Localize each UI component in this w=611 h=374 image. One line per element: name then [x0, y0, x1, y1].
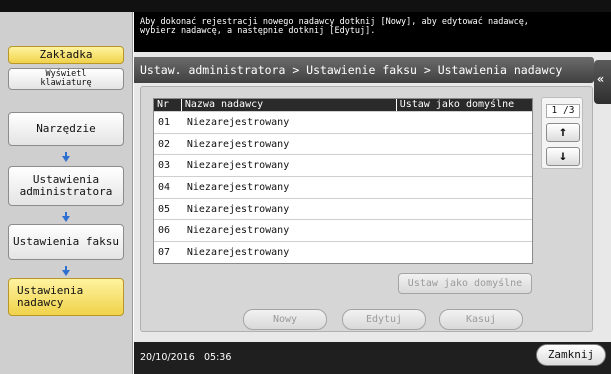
close-button[interactable]: Zamknij [536, 344, 606, 366]
keyboard-button[interactable]: Wyświetl klawiaturę [8, 68, 124, 90]
row-nr: 03 [158, 160, 171, 172]
breadcrumb: Ustaw. administratora > Ustawienie faksu… [134, 57, 594, 83]
table-row[interactable]: 07 Niezarejestrowany [154, 241, 532, 263]
row-default [397, 220, 532, 241]
edit-button[interactable]: Edytuj [342, 309, 426, 330]
bookmark-button[interactable]: Zakładka [8, 46, 124, 64]
row-nr: 02 [158, 138, 171, 150]
column-header-default: Ustaw jako domyślne [399, 99, 515, 110]
row-nr: 04 [158, 182, 171, 194]
side-tab[interactable]: « [594, 60, 611, 104]
row-name: Niezarejestrowany [186, 225, 290, 237]
row-default [397, 155, 532, 176]
row-name: Niezarejestrowany [186, 117, 290, 128]
column-header-nr: Nr [154, 99, 182, 111]
table-row[interactable]: 05 Niezarejestrowany [154, 197, 532, 220]
left-panel: Zakładka Wyświetl klawiaturę Narzędzie U… [0, 12, 133, 374]
arrow-down-icon [62, 152, 70, 162]
row-default [397, 177, 532, 198]
row-default [397, 199, 532, 220]
main-area: Ustaw. administratora > Ustawienie faksu… [134, 52, 611, 342]
row-default [397, 242, 532, 263]
row-nr: 05 [158, 203, 171, 215]
page-down-button[interactable]: ↓ [546, 147, 580, 166]
page-navigator: 1 /3 ↑ ↓ [541, 97, 583, 169]
row-default [397, 112, 532, 133]
row-nr: 06 [158, 225, 171, 237]
column-header-name: Nazwa nadawcy [182, 99, 397, 111]
arrow-down-icon [62, 266, 70, 276]
row-name: Niezarejestrowany [186, 160, 290, 172]
row-nr: 01 [158, 117, 171, 128]
tool-label: Narzędzie [36, 122, 96, 135]
table-row[interactable]: 04 Niezarejestrowany [154, 176, 532, 198]
table-row[interactable]: 06 Niezarejestrowany [154, 219, 532, 242]
table-row[interactable]: 01 Niezarejestrowany [154, 111, 532, 133]
row-default [397, 134, 532, 155]
fax-settings-button[interactable]: Ustawienia faksu [8, 224, 124, 260]
page-indicator: 1 /3 [546, 104, 580, 118]
row-name: Niezarejestrowany [186, 138, 290, 150]
tool-button[interactable]: Narzędzie [8, 112, 124, 146]
chevron-left-icon: « [597, 72, 605, 86]
time-display: 05:36 [204, 352, 232, 363]
admin-label-2: administratora [19, 185, 113, 198]
set-default-button[interactable]: Ustaw jako domyślne [398, 273, 532, 294]
admin-settings-button[interactable]: Ustawienia administratora [8, 166, 124, 206]
date-display: 20/10/2016 [140, 352, 195, 363]
page-up-button[interactable]: ↑ [546, 123, 580, 142]
instruction-message: Aby dokonać rejestracji nowego nadawcy d… [134, 12, 611, 52]
arrow-down-icon [62, 212, 70, 222]
status-bar: 20/10/2016 05:36 Zamknij [134, 342, 611, 374]
row-nr: 07 [158, 247, 171, 259]
new-button[interactable]: Nowy [243, 309, 327, 330]
down-arrow-icon: ↓ [558, 148, 568, 164]
bookmark-label: Zakładka [39, 48, 93, 61]
table-row[interactable]: 02 Niezarejestrowany [154, 132, 532, 155]
row-name: Niezarejestrowany [186, 247, 290, 259]
table-row[interactable]: 03 Niezarejestrowany [154, 154, 532, 177]
sender-label-2: nadawcy [17, 296, 64, 309]
sender-table: Nr Nazwa nadawcy Ustaw jako domyślne 01 … [153, 98, 533, 264]
sender-settings-button[interactable]: Ustawienia nadawcy [8, 278, 124, 316]
screen: Zakładka Wyświetl klawiaturę Narzędzie U… [0, 0, 611, 374]
fax-label: Ustawienia faksu [13, 235, 119, 248]
row-name: Niezarejestrowany [186, 182, 290, 194]
keyboard-label-2: klawiaturę [40, 78, 92, 88]
table-header: Nr Nazwa nadawcy Ustaw jako domyślne [154, 99, 532, 111]
content-panel: Nr Nazwa nadawcy Ustaw jako domyślne 01 … [140, 86, 593, 332]
message-line-2: wybierz nadawcę, a następnie dotknij [Ed… [140, 26, 376, 36]
up-arrow-icon: ↑ [558, 124, 568, 140]
row-name: Niezarejestrowany [186, 203, 290, 215]
delete-button[interactable]: Kasuj [439, 309, 523, 330]
top-bar [0, 0, 611, 12]
